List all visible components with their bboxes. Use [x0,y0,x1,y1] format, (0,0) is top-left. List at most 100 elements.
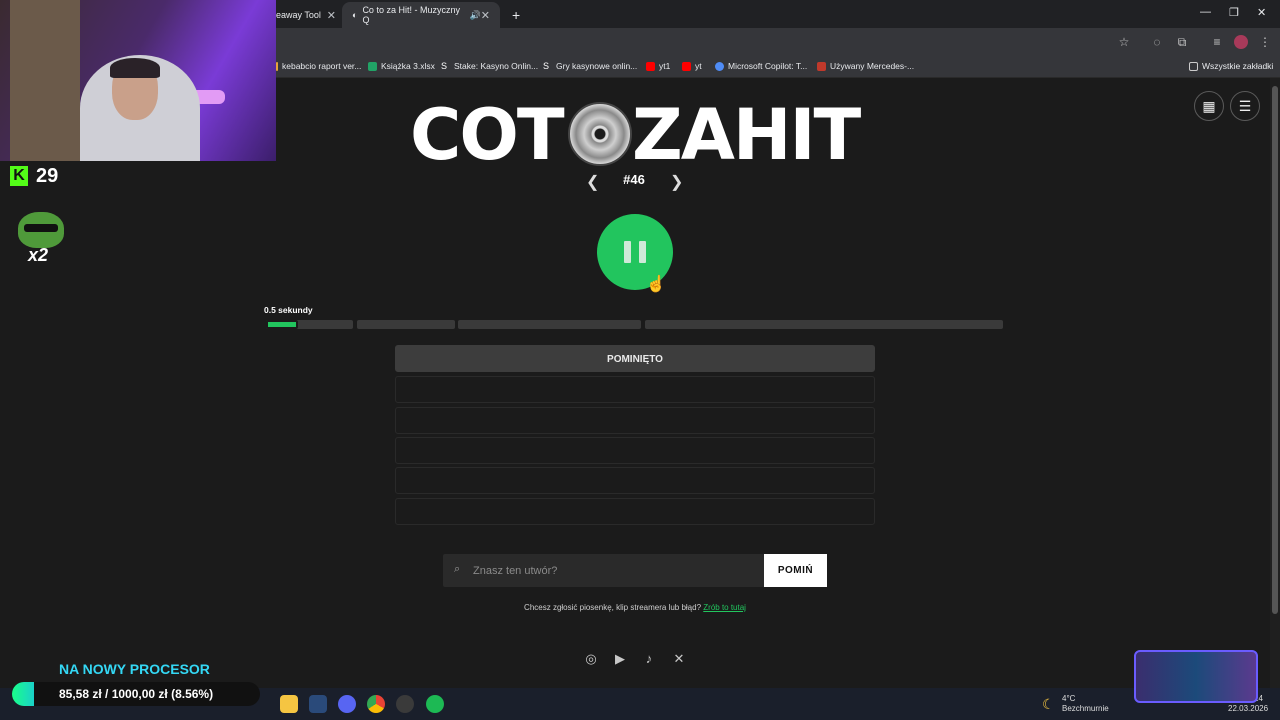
skip-button[interactable]: POMIŃ [764,554,827,587]
scrollbar-thumb[interactable] [1272,86,1278,614]
minimize-icon[interactable]: — [1200,6,1211,18]
menu-button[interactable]: ☰ [1230,91,1260,121]
logo-text-left: COT [410,94,565,176]
cd-disc-icon [568,102,632,166]
kick-logo-icon: K [10,166,28,186]
pepe-emote-icon [18,212,64,248]
tab-title: Co to za Hit! - Muzyczny Q [362,5,460,25]
youtube-icon [682,61,691,71]
webcam-hair [110,58,160,78]
bookmark-label: yt1 [659,61,671,71]
bookmark-item[interactable]: yt1 [646,61,670,71]
bookmark-item[interactable]: Książka 3.xlsx [368,61,435,71]
bookmark-star-icon[interactable]: ☆ [1117,35,1131,49]
pause-icon [639,241,646,263]
new-tab-button[interactable]: + [502,2,522,28]
close-tab-icon[interactable]: ✕ [327,9,336,22]
bookmark-item[interactable]: S Gry kasynowe onlin... [543,61,637,71]
profile-avatar[interactable] [1234,35,1248,49]
search-icon: ⌕ [454,563,461,575]
pause-icon [624,241,631,263]
app-icon[interactable] [396,695,414,713]
next-round-button[interactable]: ❯ [670,172,683,192]
youtube-icon [646,61,655,71]
bookmark-item[interactable]: Używany Mercedes-... [817,61,914,71]
tab-title: eaway Tool [276,10,321,20]
donation-goal-title: NA NOWY PROCESOR [59,661,210,677]
calendar-button[interactable]: ▦ [1194,91,1224,121]
bookmark-item[interactable]: yt [682,61,702,71]
report-question: Chcesz zgłosić piosenkę, klip streamera … [524,603,702,612]
guess-slot [395,498,875,525]
round-number: #46 [623,172,645,187]
weather-description: Bezchmurnie [1062,704,1109,713]
restore-icon[interactable]: ❐ [1229,6,1239,19]
sunglasses-icon [24,224,58,232]
browser-tab-active[interactable]: ◐ Co to za Hit! - Muzyczny Q 🔊 ✕ [342,2,500,28]
guess-slot [395,437,875,464]
donation-goal-fill [12,682,34,706]
extension-icon[interactable]: ◌ [1150,35,1164,49]
bookmark-item[interactable]: kebabcio raport ver... [276,61,361,71]
search-box[interactable]: ⌕ [443,554,764,587]
guess-slot-skipped: POMINIĘTO [395,345,875,372]
otomoto-icon [817,61,826,71]
stream-thumbnail [1134,650,1258,703]
progress-fill [266,320,298,329]
instagram-icon[interactable]: ◎ [582,650,600,668]
chrome-icon[interactable] [367,695,385,713]
bookmark-label: Gry kasynowe onlin... [556,61,638,71]
tab-favicon-icon: ◐ [352,10,358,20]
steam-icon[interactable] [309,695,327,713]
bookmark-icon [276,61,278,71]
bookmark-label: Stake: Kasyno Onlin... [454,61,539,71]
audio-icon[interactable]: 🔊 [470,10,481,21]
bookmark-label: Książka 3.xlsx [381,61,435,71]
close-tab-icon[interactable]: ✕ [481,9,490,22]
weather-temperature: 4°C [1062,694,1076,703]
guess-slot [395,467,875,494]
all-bookmarks-label: Wszystkie zakładki [1202,61,1274,71]
emote-multiplier: x2 [28,245,49,265]
report-link[interactable]: Zrób to tutaj [703,603,746,612]
moon-icon: ☾ [1042,696,1055,712]
menu-dots-icon[interactable]: ⋮ [1258,35,1272,49]
browser-tab[interactable]: eaway Tool ✕ [266,2,346,28]
bookmark-label: yt [695,61,702,71]
close-window-icon[interactable]: ✕ [1257,6,1266,19]
site-logo[interactable]: COT ZAHIT [410,94,861,176]
youtube-icon[interactable]: ▶ [611,650,629,668]
bookmark-item[interactable]: S Stake: Kasyno Onlin... [441,61,538,71]
puzzle-icon[interactable]: ⧉ [1175,35,1189,49]
all-bookmarks[interactable]: Wszystkie zakładki [1189,61,1273,71]
copilot-icon [715,61,724,71]
previous-round-button[interactable]: ❮ [586,172,599,192]
logo-text-right: ZAHIT [632,94,861,176]
clock-date: 22.03.2026 [1228,704,1269,713]
stake-icon: S [441,60,448,71]
x-icon[interactable]: ✕ [670,650,688,668]
spotify-icon[interactable] [426,695,444,713]
folder-icon [1189,61,1198,71]
donation-goal-text: 85,58 zł / 1000,00 zł (8.56%) [59,687,214,701]
song-guess-input[interactable] [473,554,753,587]
webcam-door [10,0,80,161]
guess-slot [395,376,875,403]
calendar-icon: ▦ [1202,98,1216,114]
bookmark-item[interactable]: Microsoft Copilot: T... [715,61,807,71]
webcam-feed [0,0,276,161]
excel-icon [368,61,377,71]
bookmark-label: Microsoft Copilot: T... [728,61,808,71]
stake-icon: S [543,60,550,71]
media-icon[interactable]: ≡ [1210,35,1224,49]
guess-slot [395,407,875,434]
viewer-count: 29 [36,165,59,187]
tiktok-icon[interactable]: ♪ [640,650,658,668]
progress-segment [458,320,641,329]
discord-icon[interactable] [338,695,356,713]
file-explorer-icon[interactable] [280,695,298,713]
progress-segment [645,320,1003,329]
cursor-icon: ☝ [646,276,666,293]
progress-segment [357,320,455,329]
report-text: Chcesz zgłosić piosenkę, klip streamera … [400,603,870,612]
